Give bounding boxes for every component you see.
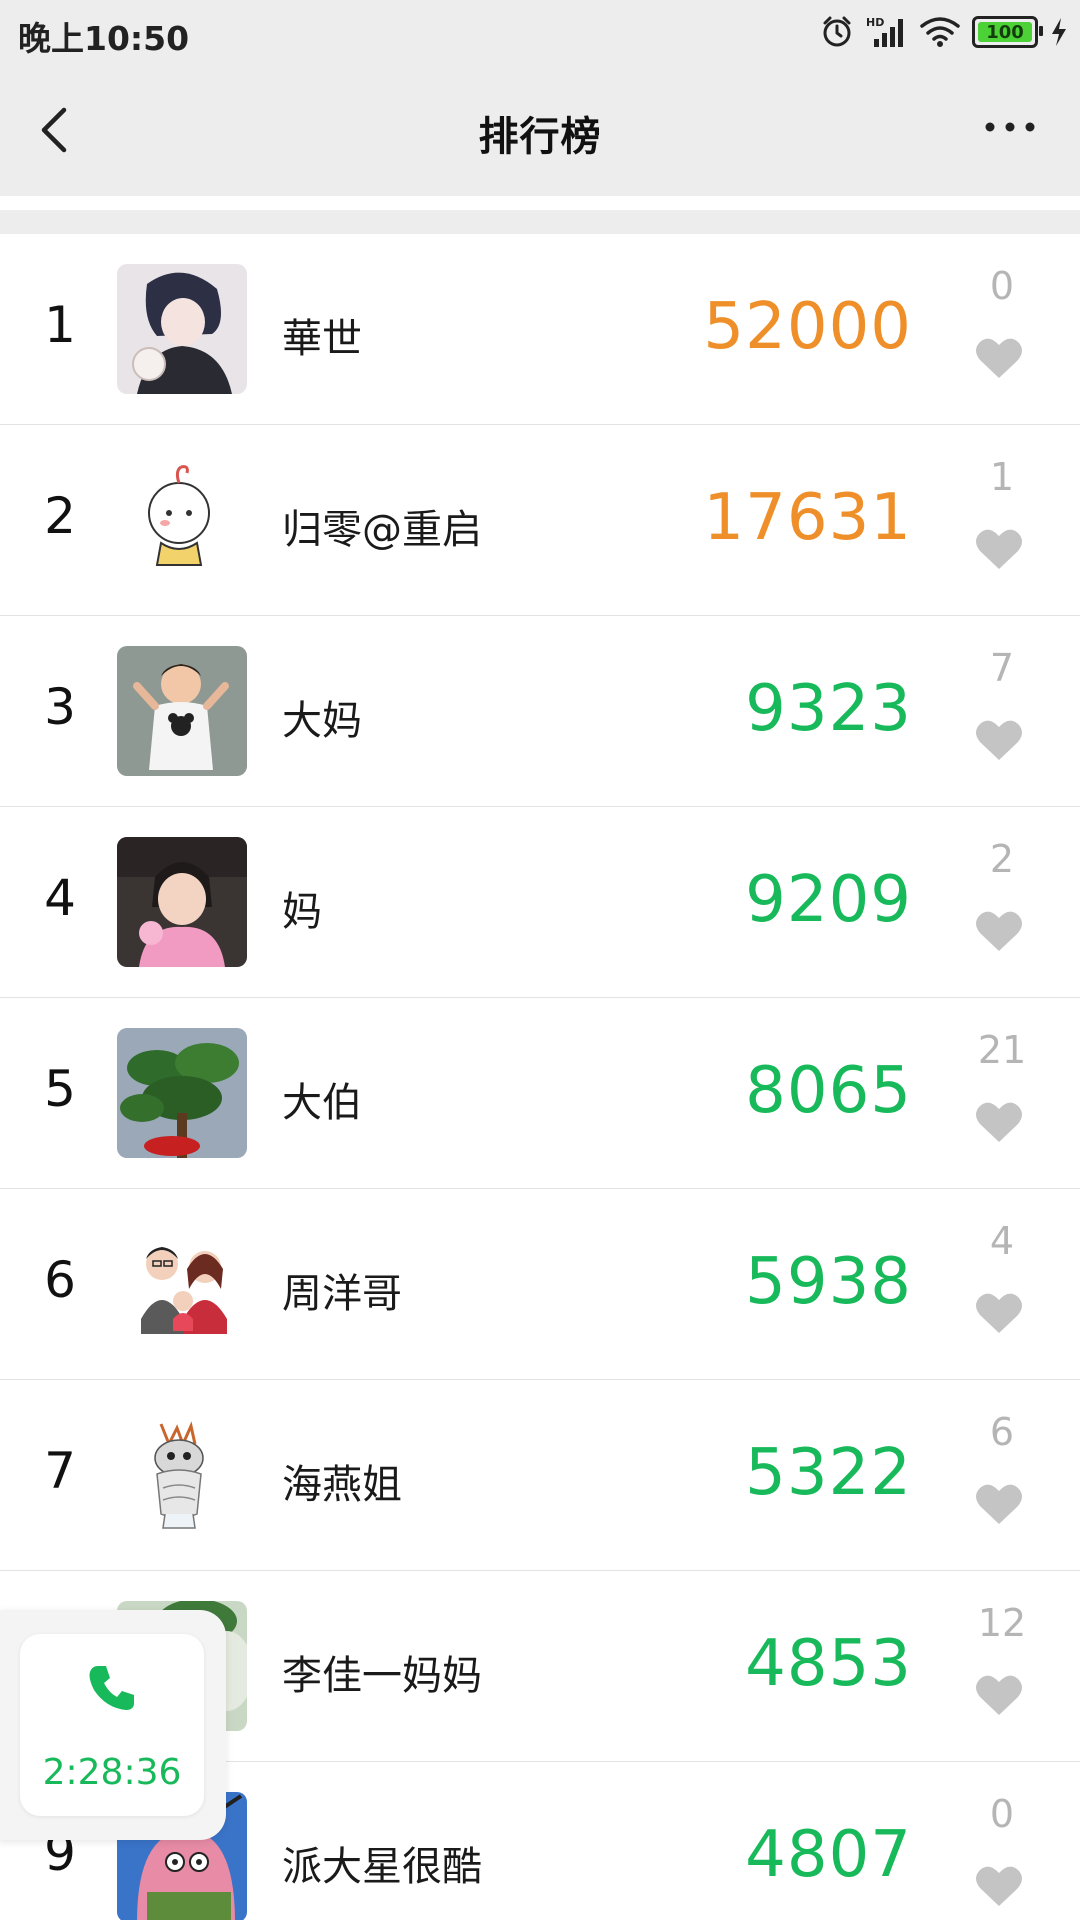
rank-number: 1 <box>44 296 76 354</box>
charging-icon <box>1050 17 1068 47</box>
avatar[interactable] <box>117 455 247 585</box>
heart-icon[interactable] <box>974 1098 1024 1144</box>
step-score: 5322 <box>745 1436 912 1510</box>
avatar[interactable] <box>117 646 247 776</box>
avatar[interactable] <box>117 1410 247 1540</box>
user-name: 海燕姐 <box>282 1462 402 1508</box>
step-score: 52000 <box>703 290 912 364</box>
rank-number: 3 <box>44 678 76 736</box>
avatar[interactable] <box>117 264 247 394</box>
step-score: 9323 <box>745 672 912 746</box>
nav-bar: 排行榜 <box>0 66 1080 197</box>
phone-icon <box>89 1666 134 1710</box>
rank-number: 2 <box>44 487 76 545</box>
ranking-row[interactable]: 5 大伯 8065 21 <box>0 998 1080 1189</box>
user-name: 大妈 <box>282 698 362 744</box>
more-dots-icon <box>985 122 1035 132</box>
like-count: 4 <box>989 1219 1015 1263</box>
alarm-icon <box>820 15 854 49</box>
step-score: 17631 <box>703 481 912 555</box>
like-count: 7 <box>989 646 1015 690</box>
ranking-row[interactable]: 3 大妈 9323 7 <box>0 616 1080 807</box>
floating-call-widget[interactable]: 2:28:36 <box>0 1610 226 1840</box>
heart-icon[interactable] <box>974 525 1024 571</box>
ranking-row[interactable]: 4 妈 9209 2 <box>0 807 1080 998</box>
battery-level: 100 <box>986 21 1024 43</box>
status-icons: HD 100 <box>820 12 1068 52</box>
step-score: 8065 <box>745 1054 912 1128</box>
status-bar: 晚上10:50 HD 100 <box>0 0 1080 66</box>
avatar[interactable] <box>117 1219 247 1349</box>
rank-number: 6 <box>44 1251 76 1309</box>
like-count: 0 <box>989 264 1015 308</box>
page-title: 排行榜 <box>478 114 602 160</box>
more-button[interactable] <box>980 112 1040 142</box>
ranking-row[interactable]: 6 周洋哥 5938 4 <box>0 1189 1080 1380</box>
heart-icon[interactable] <box>974 1480 1024 1526</box>
call-card[interactable]: 2:28:36 <box>20 1634 204 1816</box>
ranking-row[interactable]: 7 海燕姐 5322 6 <box>0 1380 1080 1571</box>
user-name: 周洋哥 <box>282 1271 402 1317</box>
like-count: 21 <box>977 1028 1027 1072</box>
user-name: 李佳一妈妈 <box>282 1653 482 1699</box>
heart-icon[interactable] <box>974 907 1024 953</box>
heart-icon[interactable] <box>974 1671 1024 1717</box>
hd-signal-icon: HD <box>866 15 908 49</box>
user-name: 归零@重启 <box>282 507 482 553</box>
like-count: 0 <box>989 1792 1015 1836</box>
heart-icon[interactable] <box>974 1862 1024 1908</box>
heart-icon[interactable] <box>974 334 1024 380</box>
heart-icon[interactable] <box>974 1289 1024 1335</box>
rank-number: 4 <box>44 869 76 927</box>
status-time: 晚上10:50 <box>18 19 190 58</box>
rank-number: 7 <box>44 1442 76 1500</box>
user-name: 華世 <box>282 316 362 362</box>
ranking-row[interactable]: 2 归零@重启 17631 1 <box>0 425 1080 616</box>
call-duration: 2:28:36 <box>42 1752 182 1793</box>
step-score: 4853 <box>745 1627 912 1701</box>
heart-icon[interactable] <box>974 716 1024 762</box>
step-score: 9209 <box>745 863 912 937</box>
like-count: 12 <box>977 1601 1027 1645</box>
rank-number: 5 <box>44 1060 76 1118</box>
avatar[interactable] <box>117 837 247 967</box>
avatar[interactable] <box>117 1028 247 1158</box>
like-count: 2 <box>989 837 1015 881</box>
user-name: 大伯 <box>282 1080 362 1126</box>
leaderboard-page: 晚上10:50 HD 100 排行榜 1 華世 52000 0 2 归零@重启 … <box>0 0 1080 1920</box>
divider <box>0 196 1080 210</box>
step-score: 4807 <box>745 1818 912 1892</box>
like-count: 6 <box>989 1410 1015 1454</box>
user-name: 妈 <box>282 889 322 935</box>
like-count: 1 <box>989 455 1015 499</box>
user-name: 派大星很酷 <box>282 1844 482 1890</box>
step-score: 5938 <box>745 1245 912 1319</box>
battery-icon: 100 <box>972 16 1043 48</box>
section-divider <box>0 210 1080 234</box>
wifi-icon <box>920 16 960 48</box>
ranking-row[interactable]: 1 華世 52000 0 <box>0 234 1080 425</box>
svg-text:HD: HD <box>866 16 884 29</box>
